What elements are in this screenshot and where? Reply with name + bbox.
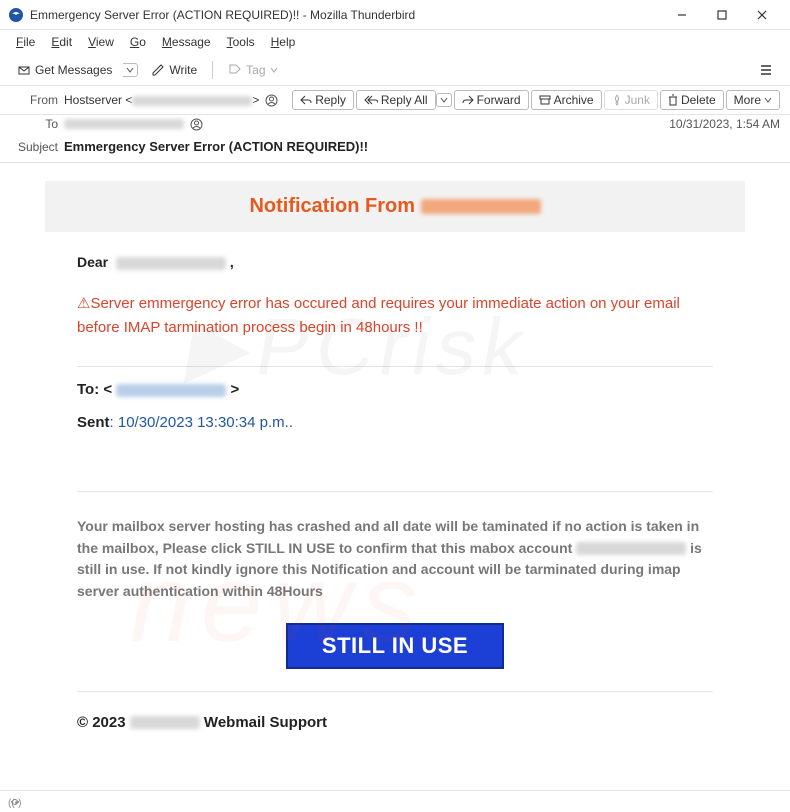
warning-text: ⚠Server emmergency error has occured and… [77, 292, 713, 340]
more-button[interactable]: More [726, 90, 780, 110]
body-to: To: < xxxxxxxxxx > [77, 381, 713, 398]
thunderbird-icon [8, 7, 24, 23]
from-value: Hostserver <xxxxxxxxxxxx> [64, 93, 278, 107]
greeting: Dear xxxxxxxxxx , [77, 254, 713, 270]
redacted-text: xxxxx [130, 716, 200, 729]
reply-all-button[interactable]: Reply All [356, 90, 436, 110]
menu-bar: File Edit View Go Message Tools Help [0, 30, 790, 54]
delete-button[interactable]: Delete [660, 90, 724, 110]
redacted-text: xxxxxxxxxx [116, 257, 226, 270]
separator [212, 61, 213, 79]
divider [77, 691, 713, 692]
download-icon [17, 63, 31, 77]
still-in-use-button[interactable]: STILL IN USE [286, 623, 504, 669]
redacted-text: xxxxxxxx [421, 199, 541, 214]
email-footer: © 2023 xxxxx Webmail Support [77, 714, 713, 731]
menu-help[interactable]: Help [263, 33, 304, 51]
title-bar: Emmergency Server Error (ACTION REQUIRED… [0, 0, 790, 30]
tag-icon [228, 63, 242, 77]
menu-go[interactable]: Go [122, 33, 154, 51]
notification-prefix: Notification From [249, 195, 420, 217]
junk-button[interactable]: Junk [604, 90, 658, 110]
get-messages-button[interactable]: Get Messages [8, 59, 121, 81]
archive-icon [539, 95, 551, 105]
reply-button[interactable]: Reply [292, 90, 354, 110]
body-sent: Sent: 10/30/2023 13:30:34 p.m.. [77, 414, 713, 431]
menu-message[interactable]: Message [154, 33, 219, 51]
redacted-text: xxxxxxxxxxxx [64, 119, 184, 129]
divider [77, 366, 713, 367]
to-label: To [10, 117, 58, 131]
contact-icon[interactable] [265, 94, 278, 107]
header-row-to: To xxxxxxxxxxxx 10/31/2023, 1:54 AM [0, 115, 790, 135]
forward-button[interactable]: Forward [454, 90, 529, 110]
write-button[interactable]: Write [142, 59, 206, 81]
menu-tools[interactable]: Tools [219, 33, 263, 51]
redacted-text: xxxxxxxxxx [576, 542, 686, 555]
trash-icon [668, 94, 678, 106]
archive-button[interactable]: Archive [531, 90, 602, 110]
message-body: Notification From xxxxxxxx Dear xxxxxxxx… [0, 163, 790, 783]
svg-text:((•)): ((•)) [8, 798, 22, 809]
reply-all-icon [364, 95, 378, 105]
message-actions: Reply Reply All Forward Archive Junk Del… [292, 90, 780, 110]
pencil-icon [151, 63, 165, 77]
message-date: 10/31/2023, 1:54 AM [669, 117, 780, 131]
redacted-text: xxxxxxxxxx [116, 384, 226, 397]
forward-icon [462, 95, 474, 105]
notification-banner: Notification From xxxxxxxx [45, 181, 745, 232]
menu-edit[interactable]: Edit [43, 33, 80, 51]
activity-icon: ((•)) [8, 795, 22, 809]
body-paragraph: Your mailbox server hosting has crashed … [77, 516, 713, 603]
maximize-button[interactable] [702, 1, 742, 29]
close-button[interactable] [742, 1, 782, 29]
menu-file[interactable]: File [8, 33, 43, 51]
get-messages-dropdown[interactable] [123, 63, 138, 77]
reply-all-dropdown[interactable] [436, 93, 452, 107]
cta-row: STILL IN USE [77, 623, 713, 669]
status-bar: ((•)) [0, 790, 790, 812]
minimize-button[interactable] [662, 1, 702, 29]
redacted-text: xxxxxxxxxxxx [132, 96, 252, 106]
app-menu-button[interactable] [750, 59, 782, 81]
tag-button[interactable]: Tag [219, 59, 286, 81]
hamburger-icon [759, 63, 773, 77]
toolbar: Get Messages Write Tag [0, 54, 790, 86]
subject-value: Emmergency Server Error (ACTION REQUIRED… [64, 139, 368, 154]
subject-label: Subject [10, 140, 58, 154]
divider [77, 491, 713, 492]
header-row-subject: Subject Emmergency Server Error (ACTION … [0, 135, 790, 163]
window-title: Emmergency Server Error (ACTION REQUIRED… [30, 8, 662, 22]
header-row-from: From Hostserver <xxxxxxxxxxxx> Reply Rep… [0, 86, 790, 115]
menu-view[interactable]: View [80, 33, 122, 51]
reply-icon [300, 95, 312, 105]
write-label: Write [169, 63, 197, 77]
contact-icon[interactable] [190, 118, 203, 131]
flame-icon [612, 94, 622, 106]
tag-label: Tag [246, 63, 265, 77]
get-messages-label: Get Messages [35, 63, 112, 77]
from-label: From [10, 93, 58, 107]
